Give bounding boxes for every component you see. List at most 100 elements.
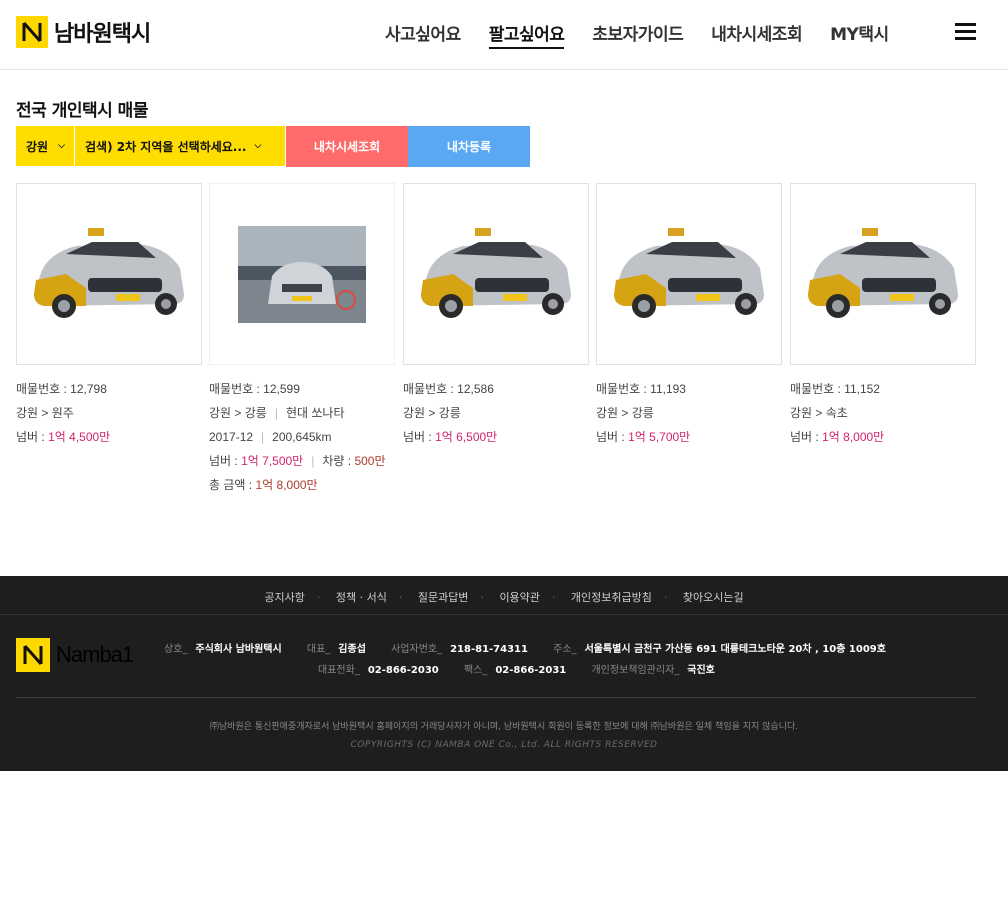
taxi-car-image bbox=[808, 228, 958, 318]
listing-location: 강원 > 강릉 bbox=[209, 406, 267, 420]
price-label: 넘버 : bbox=[16, 430, 49, 444]
listing-location: 강원 > 강릉 bbox=[403, 406, 461, 420]
listing-card[interactable]: 매물번호 : 12,599 강원 > 강릉 | 현대 쏘나타 2017-12 | 200… bbox=[209, 183, 395, 497]
ceo-name: 김종섭 bbox=[338, 644, 366, 655]
site-header: 남바원택시 사고싶어요 팔고싶어요 초보자가이드 내차시세조회 MY택시 bbox=[0, 0, 1008, 70]
footer-logo: Namba1 bbox=[16, 638, 134, 672]
listing-info: 매물번호 : 12,586 강원 > 강릉 넘버 : 1억 6,500만 bbox=[403, 377, 589, 449]
footer-link-policy[interactable]: 정책 · 서식 bbox=[336, 591, 387, 604]
site-footer: 공지사항 · 정책 · 서식 · 질문과답변 · 이용약관 · 개인정보취급방침 · 찾아… bbox=[0, 576, 1008, 771]
chevron-down-icon: ⌵ bbox=[58, 141, 65, 151]
listing-model: 현대 쏘나타 bbox=[285, 406, 345, 420]
listing-card[interactable]: 매물번호 : 11,193 강원 > 강릉 넘버 : 1억 5,700만 bbox=[596, 183, 782, 449]
filter-bar: 강원 ⌵ 검색) 2차 지역을 선택하세요... ⌵ 내차시세조회 내차등록 bbox=[16, 126, 530, 167]
listing-price-row: 넘버 : 1억 7,500만 | 차량 : 500만 bbox=[209, 449, 395, 473]
price-label: 넘버 : bbox=[790, 430, 823, 444]
menu-icon[interactable] bbox=[955, 23, 976, 41]
listing-price: 1억 4,500만 bbox=[48, 430, 111, 444]
footer-disclaimer: ㈜남바원은 통신판매중개자로서 남바원택시 홈페이지의 거래당사자가 아니며, … bbox=[209, 722, 799, 732]
listing-number: 매물번호 : 12,798 bbox=[16, 382, 107, 396]
footer-contact-info: 대표전화_ 02-866-2030 팩스_ 02-866-2031 개인정보책임관리… bbox=[318, 665, 715, 676]
listing-year: 2017-12 bbox=[209, 430, 254, 444]
subregion-select-value: 검색) 2차 지역을 선택하세요... bbox=[85, 139, 247, 154]
company-name: 주식회사 남바원택시 bbox=[195, 644, 282, 655]
listing-price: 1억 7,500만 bbox=[241, 454, 304, 468]
listing-total-row: 총 금액 : 1억 8,000만 bbox=[209, 473, 395, 497]
listing-number: 매물번호 : 11,193 bbox=[596, 382, 686, 396]
listing-price-row: 넘버 : 1억 6,500만 bbox=[403, 425, 589, 449]
listing-info: 매물번호 : 12,599 강원 > 강릉 | 현대 쏘나타 2017-12 | 200… bbox=[209, 377, 395, 497]
divider: | bbox=[311, 454, 315, 468]
listing-info: 매물번호 : 11,152 강원 > 속초 넘버 : 1억 8,000만 bbox=[790, 377, 976, 449]
listing-card[interactable]: 매물번호 : 11,152 강원 > 속초 넘버 : 1억 8,000만 bbox=[790, 183, 976, 449]
main-nav: 사고싶어요 팔고싶어요 초보자가이드 내차시세조회 MY택시 bbox=[385, 20, 917, 49]
nav-sell[interactable]: 팔고싶어요 bbox=[488, 20, 565, 49]
vehicle-price: 500만 bbox=[354, 454, 386, 468]
listing-number: 매물번호 : 12,586 bbox=[403, 382, 494, 396]
footer-divider bbox=[16, 697, 976, 698]
listing-price: 1억 8,000만 bbox=[822, 430, 885, 444]
business-number: 218-81-74311 bbox=[450, 644, 528, 655]
listing-location: 강원 > 속초 bbox=[790, 406, 848, 420]
listing-card[interactable]: 매물번호 : 12,798 강원 > 원주 넘버 : 1억 4,500만 bbox=[16, 183, 202, 449]
listing-price: 1억 6,500만 bbox=[435, 430, 498, 444]
address: 서울특별시 금천구 가산동 691 대륭테크노타운 20차 , 10층 1009… bbox=[584, 644, 886, 655]
footer-logo-text: Namba1 bbox=[56, 642, 134, 667]
footer-copyright: COPYRIGHTS (C) NAMBA ONE Co., Ltd. ALL R… bbox=[350, 740, 658, 750]
logo-mark-icon bbox=[16, 638, 50, 672]
logo-text: 남바원택시 bbox=[54, 22, 151, 47]
price-label: 넘버 : bbox=[403, 430, 436, 444]
total-price: 1억 8,000만 bbox=[255, 478, 318, 492]
listing-thumbnail[interactable] bbox=[16, 183, 202, 365]
footer-link-terms[interactable]: 이용약관 bbox=[499, 591, 539, 604]
listing-thumbnail[interactable] bbox=[596, 183, 782, 365]
price-label: 넘버 : bbox=[209, 454, 242, 468]
listing-location: 강원 > 원주 bbox=[16, 406, 74, 420]
listing-thumbnail[interactable] bbox=[790, 183, 976, 365]
nav-beginner-guide[interactable]: 초보자가이드 bbox=[592, 20, 683, 49]
price-label: 넘버 : bbox=[596, 430, 629, 444]
listing-location-row: 강원 > 강릉 | 현대 쏘나타 bbox=[209, 401, 395, 425]
footer-links: 공지사항 · 정책 · 서식 · 질문과답변 · 이용약관 · 개인정보취급방침 · 찾아… bbox=[264, 591, 744, 604]
footer-link-notice[interactable]: 공지사항 bbox=[264, 591, 304, 604]
phone: 02-866-2030 bbox=[367, 665, 439, 676]
nav-buy[interactable]: 사고싶어요 bbox=[385, 20, 461, 49]
footer-company-info: 상호_ 주식회사 남바원택시 대표_ 김종섭 사업자번호_ 218-81-74311 … bbox=[164, 644, 886, 655]
register-car-button[interactable]: 내차등록 bbox=[408, 126, 530, 167]
listing-number: 매물번호 : 12,599 bbox=[209, 382, 300, 396]
divider: | bbox=[274, 406, 278, 420]
listing-info: 매물번호 : 11,193 강원 > 강릉 넘버 : 1억 5,700만 bbox=[596, 377, 782, 449]
divider: | bbox=[261, 430, 265, 444]
footer-link-privacy[interactable]: 개인정보취급방침 bbox=[571, 591, 652, 604]
vehicle-label: 차량 : bbox=[322, 454, 355, 468]
chevron-down-icon: ⌵ bbox=[254, 141, 262, 151]
section-title: 전국 개인택시 매물 bbox=[16, 101, 148, 121]
listing-card[interactable]: 매물번호 : 12,586 강원 > 강릉 넘버 : 1억 6,500만 bbox=[403, 183, 589, 449]
listing-thumbnail[interactable] bbox=[209, 183, 395, 365]
price-lookup-button[interactable]: 내차시세조회 bbox=[286, 126, 408, 167]
listing-thumbnail[interactable] bbox=[403, 183, 589, 365]
footer-divider bbox=[0, 614, 1008, 615]
listing-price-row: 넘버 : 1억 4,500만 bbox=[16, 425, 202, 449]
listing-number: 매물번호 : 11,152 bbox=[790, 382, 880, 396]
region-select-value: 강원 bbox=[26, 139, 49, 154]
region-select[interactable]: 강원 ⌵ bbox=[16, 126, 74, 166]
footer-link-qna[interactable]: 질문과답변 bbox=[418, 591, 469, 604]
listing-info: 매물번호 : 12,798 강원 > 원주 넘버 : 1억 4,500만 bbox=[16, 377, 202, 449]
taxi-car-image bbox=[614, 228, 764, 318]
subregion-select[interactable]: 검색) 2차 지역을 선택하세요... ⌵ bbox=[75, 126, 285, 166]
listing-price-row: 넘버 : 1억 5,700만 bbox=[596, 425, 782, 449]
listing-location: 강원 > 강릉 bbox=[596, 406, 654, 420]
nav-my-taxi[interactable]: MY택시 bbox=[830, 20, 889, 49]
listing-spec-row: 2017-12 | 200,645km bbox=[209, 425, 395, 449]
site-logo[interactable]: 남바원택시 bbox=[16, 16, 151, 48]
fax: 02-866-2031 bbox=[495, 665, 567, 676]
privacy-officer: 국진호 bbox=[687, 665, 715, 676]
taxi-photo-image bbox=[238, 226, 366, 323]
taxi-car-image bbox=[34, 228, 184, 318]
footer-link-directions[interactable]: 찾아오시는길 bbox=[683, 591, 744, 604]
listing-price-row: 넘버 : 1억 8,000만 bbox=[790, 425, 976, 449]
nav-price-lookup[interactable]: 내차시세조회 bbox=[711, 20, 802, 49]
listing-mileage: 200,645km bbox=[272, 430, 332, 444]
logo-mark-icon bbox=[16, 16, 48, 48]
